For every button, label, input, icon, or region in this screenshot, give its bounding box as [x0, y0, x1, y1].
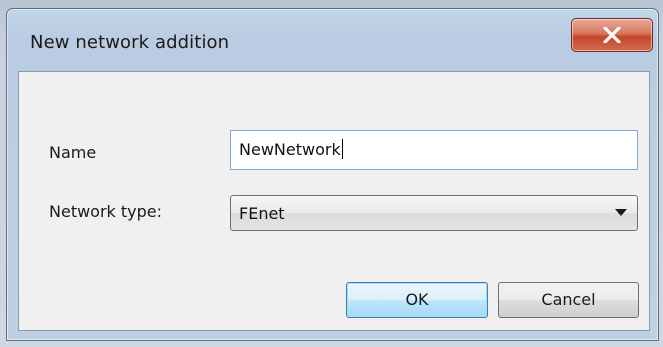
network-type-value: FEnet [239, 204, 285, 223]
network-type-select[interactable]: FEnet [230, 195, 638, 231]
dialog-title: New network addition [30, 32, 230, 53]
ok-button[interactable]: OK [346, 282, 488, 318]
network-type-label: Network type: [49, 202, 163, 221]
close-button[interactable] [571, 18, 653, 52]
cancel-button[interactable]: Cancel [498, 282, 639, 318]
close-icon [603, 27, 621, 43]
text-caret [341, 139, 343, 159]
name-label: Name [49, 143, 97, 162]
name-input[interactable]: NewNetwork [230, 130, 638, 170]
dialog-titlebar[interactable]: New network addition [7, 9, 658, 71]
dialog-content: Name NewNetwork Network type: FEnet OK C… [18, 71, 650, 331]
dropdown-arrow-icon [615, 209, 627, 216]
dialog-window: New network addition Name NewNetwork Net… [6, 8, 659, 341]
name-input-value: NewNetwork [239, 140, 341, 159]
